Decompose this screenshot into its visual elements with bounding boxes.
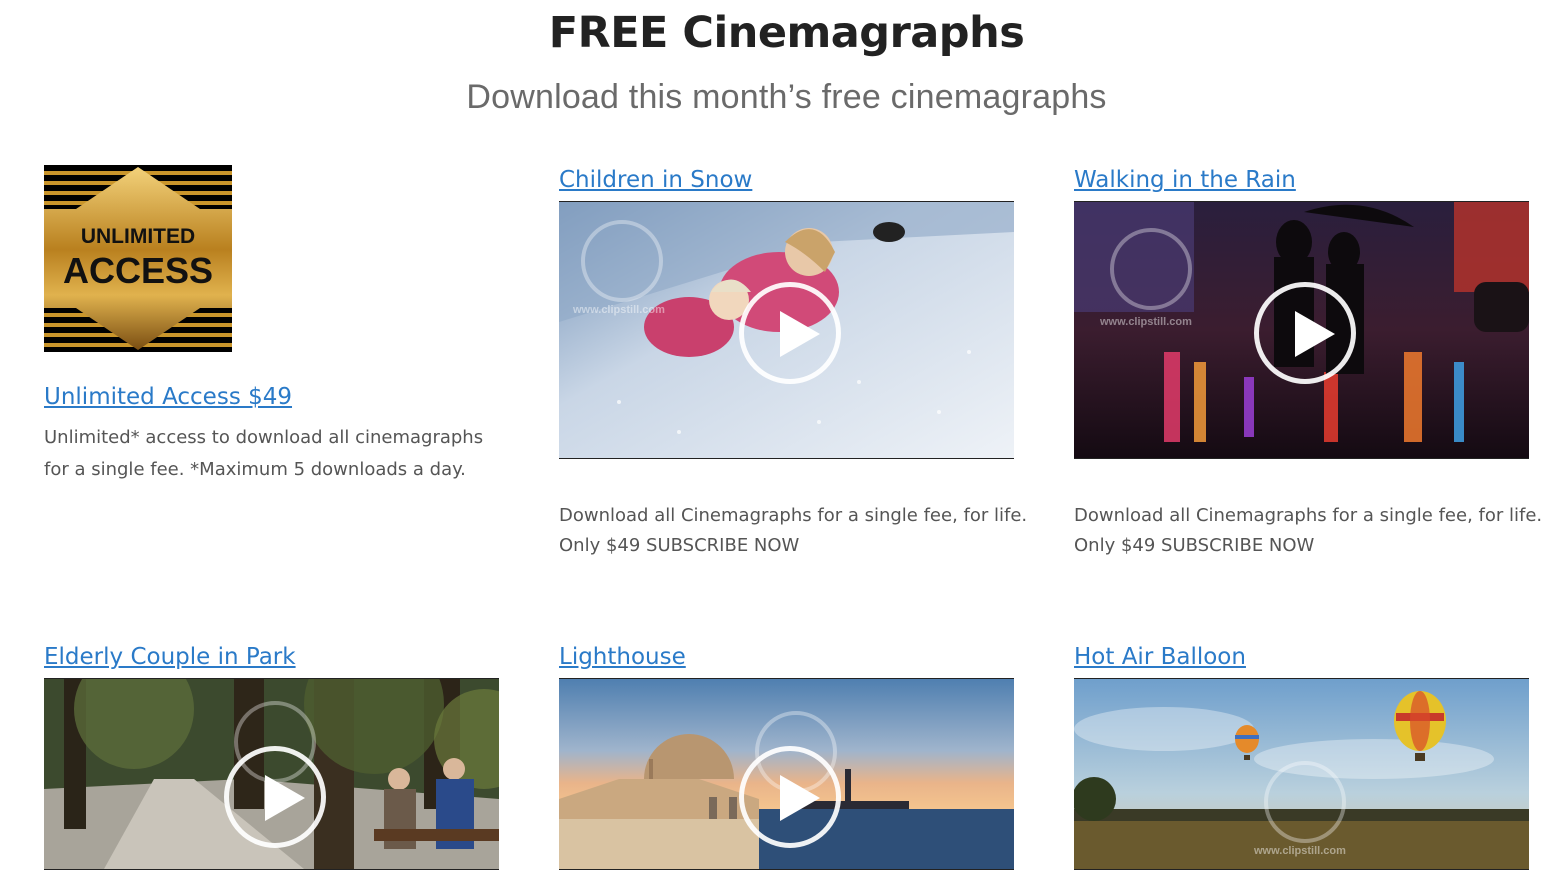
unlimited-access-link[interactable]: Unlimited Access $49 xyxy=(44,382,504,412)
promo-desc-line2: for a single fee. *Maximum 5 downloads a… xyxy=(44,459,466,480)
card-title-link[interactable]: Children in Snow xyxy=(559,165,1029,195)
unlimited-access-badge[interactable]: UNLIMITED ACCESS xyxy=(44,165,232,352)
watermark-logo-icon xyxy=(1264,761,1346,843)
card-lighthouse: Lighthouse xyxy=(559,642,1029,870)
card-title-link[interactable]: Elderly Couple in Park xyxy=(44,642,514,672)
card-desc-line1: Download all Cinemagraphs for a single f… xyxy=(1074,505,1543,526)
watermark-text: www.clipstill.com xyxy=(1254,845,1346,857)
watermark-text: www.clipstill.com xyxy=(1100,316,1192,328)
play-icon[interactable] xyxy=(1253,282,1356,384)
play-icon[interactable] xyxy=(223,746,326,848)
card-hot-air-balloon: Hot Air Balloon www.clipstill.com xyxy=(1074,642,1544,870)
watermark-logo-icon xyxy=(1110,228,1192,310)
badge-line2: ACCESS xyxy=(63,250,213,291)
watermark-text: www.clipstill.com xyxy=(573,304,665,316)
video-thumbnail[interactable]: www.clipstill.com xyxy=(1074,678,1529,870)
card-desc-line1: Download all Cinemagraphs for a single f… xyxy=(559,505,1028,526)
watermark-logo-icon xyxy=(581,220,663,302)
video-thumbnail[interactable] xyxy=(559,678,1014,870)
card-title-link[interactable]: Hot Air Balloon xyxy=(1074,642,1544,672)
card-desc-line2: Only $49 SUBSCRIBE NOW xyxy=(559,535,800,556)
video-thumbnail[interactable]: www.clipstill.com xyxy=(1074,201,1529,459)
video-thumbnail[interactable] xyxy=(44,678,499,870)
card-title-link[interactable]: Lighthouse xyxy=(559,642,1029,672)
promo-card: UNLIMITED ACCESS Unlimited Access $49 Un… xyxy=(44,165,504,486)
card-walking-in-the-rain: Walking in the Rain www.clipstill.com Do… xyxy=(1074,165,1544,561)
card-desc-line2: Only $49 SUBSCRIBE NOW xyxy=(1074,535,1315,556)
badge-line1: UNLIMITED xyxy=(81,225,195,248)
promo-desc-line1: Unlimited* access to download all cinema… xyxy=(44,427,484,448)
play-icon[interactable] xyxy=(738,746,841,848)
play-icon[interactable] xyxy=(738,282,841,384)
video-thumbnail[interactable]: www.clipstill.com xyxy=(559,201,1014,459)
card-title-link[interactable]: Walking in the Rain xyxy=(1074,165,1544,195)
page-title: FREE Cinemagraphs xyxy=(548,8,1025,58)
page-subtitle: Download this month’s free cinemagraphs xyxy=(466,78,1107,116)
card-children-in-snow: Children in Snow www.clipstill.com Downl… xyxy=(559,165,1029,561)
card-elderly-couple-in-park: Elderly Couple in Park xyxy=(44,642,514,870)
